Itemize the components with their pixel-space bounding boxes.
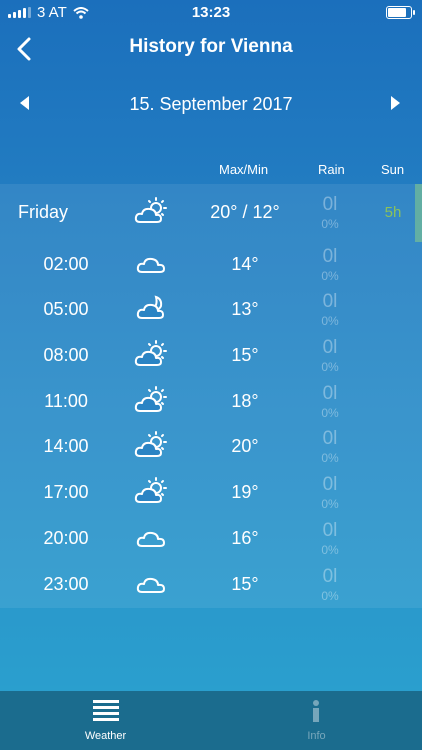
hour-rain: 0l 0% <box>300 287 360 328</box>
rain-amount: 0l <box>322 291 338 312</box>
rain-amount: 0l <box>322 246 338 267</box>
rain-probability: 0% <box>321 360 339 374</box>
hour-temp: 15° <box>231 345 259 365</box>
selected-date: 15. September 2017 <box>129 94 293 114</box>
day-temp: 20° / 12° <box>210 202 280 222</box>
tab-info[interactable]: Info <box>211 691 422 750</box>
cloud-icon <box>136 257 165 273</box>
rain-amount: 0l <box>322 383 338 404</box>
hour-row[interactable]: 17:00 19° 0l 0% <box>0 470 422 516</box>
rain-header: Rain <box>318 162 345 177</box>
rain-amount: 0l <box>322 474 338 495</box>
hour-rain: 0l 0% <box>300 379 360 420</box>
status-time: 13:23 <box>191 4 231 21</box>
hour-temp: 15° <box>231 574 259 594</box>
hour-row[interactable]: 14:00 20° 0l 0% <box>0 424 422 470</box>
hour-row[interactable]: 11:00 18° 0l 0% <box>0 379 422 425</box>
sun-cloud-icon <box>134 386 167 412</box>
rain-amount: 0l <box>322 428 338 449</box>
hour-temp: 14° <box>231 254 259 274</box>
day-label: Friday <box>18 202 69 222</box>
nav-bar: History for Vienna <box>0 28 422 68</box>
rain-probability: 0% <box>321 543 339 557</box>
hour-row[interactable]: 08:00 15° 0l 0% <box>0 333 422 379</box>
sun-header: Sun <box>381 162 405 177</box>
rain-amount: 0l <box>322 194 338 215</box>
rain-probability: 0% <box>321 269 339 283</box>
hour-temp: 18° <box>231 391 259 411</box>
sun-hours: 5h <box>384 204 402 221</box>
hour-rain: 0l 0% <box>300 562 360 603</box>
sun-cloud-icon <box>134 477 167 503</box>
tab-bar: Weather Info <box>0 691 422 750</box>
cloud-icon <box>136 577 165 593</box>
hour-rain: 0l 0% <box>300 424 360 465</box>
hour-time: 20:00 <box>43 528 89 548</box>
moon-cloud-icon <box>136 296 164 319</box>
hour-time: 14:00 <box>43 436 89 456</box>
hour-rain: 0l 0% <box>300 470 360 511</box>
hour-rain: 0l 0% <box>300 242 360 283</box>
rain-amount: 0l <box>322 566 338 587</box>
date-navigator: 15. September 2017 <box>0 90 422 120</box>
day-summary-row[interactable]: Friday 20° / 12° 0l 0% 5h <box>0 190 422 236</box>
status-bar: 3 AT 13:23 <box>0 0 422 24</box>
hour-row[interactable]: 05:00 13° 0l 0% <box>0 287 422 333</box>
hour-row[interactable]: 23:00 15° 0l 0% <box>0 562 422 608</box>
page-title: History for Vienna <box>129 36 293 57</box>
hour-rain: 0l 0% <box>300 516 360 557</box>
tab-weather-label: Weather <box>84 730 127 742</box>
list-icon <box>93 700 119 721</box>
hour-time: 08:00 <box>43 345 89 365</box>
hour-time: 17:00 <box>43 482 89 502</box>
tab-info-label: Info <box>307 730 326 742</box>
rain-probability: 0% <box>321 217 339 231</box>
rain-probability: 0% <box>321 451 339 465</box>
rain-probability: 0% <box>321 497 339 511</box>
hour-time: 23:00 <box>43 574 89 594</box>
hour-time: 05:00 <box>43 299 89 319</box>
rain-probability: 0% <box>321 589 339 603</box>
hour-row[interactable]: 02:00 14° 0l 0% <box>0 242 422 288</box>
info-icon <box>313 700 319 722</box>
hour-row[interactable]: 20:00 16° 0l 0% <box>0 516 422 562</box>
next-day-arrow-icon[interactable] <box>391 96 400 110</box>
maxmin-header: Max/Min <box>219 162 269 177</box>
hour-temp: 16° <box>231 528 259 548</box>
hour-rain: 0l 0% <box>300 333 360 374</box>
hour-temp: 13° <box>231 299 259 319</box>
rain-probability: 0% <box>321 314 339 328</box>
sun-cloud-icon <box>134 431 167 457</box>
rain-probability: 0% <box>321 406 339 420</box>
hour-time: 11:00 <box>44 391 88 411</box>
sun-cloud-icon <box>134 340 167 366</box>
tab-weather[interactable]: Weather <box>0 691 211 750</box>
hour-temp: 20° <box>231 436 259 456</box>
hour-time: 02:00 <box>43 254 89 274</box>
sun-cloud-icon <box>134 197 167 223</box>
weather-table[interactable]: Friday 20° / 12° 0l 0% 5h 02:00 14° 0l 0% 05… <box>0 184 422 608</box>
hour-temp: 19° <box>231 482 259 502</box>
cloud-icon <box>136 531 165 547</box>
battery-icon <box>386 6 415 19</box>
column-headers: Max/Min Rain Sun <box>0 162 422 180</box>
rain-amount: 0l <box>322 337 338 358</box>
day-rain: 0l 0% <box>300 190 360 231</box>
rain-amount: 0l <box>322 520 338 541</box>
